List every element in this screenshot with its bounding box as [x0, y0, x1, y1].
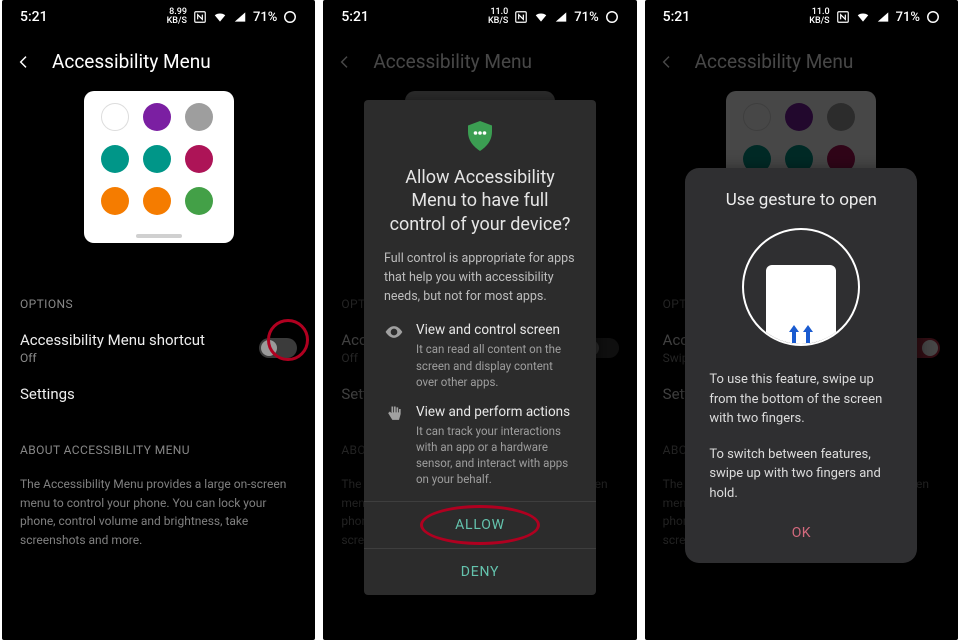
arrow-up-icon	[789, 325, 799, 343]
battery-percent: 71%	[253, 10, 277, 25]
nfc-icon	[514, 10, 528, 24]
dialog-intro: Full control is appropriate for apps tha…	[364, 250, 596, 322]
back-icon[interactable]	[337, 54, 353, 70]
dialog-title: Allow Accessibility Menu to have full co…	[364, 166, 596, 250]
page-title: Accessibility Menu	[695, 50, 854, 73]
gesture-illustration	[742, 228, 860, 346]
assistant-icon	[101, 103, 129, 131]
volume-down-icon	[101, 145, 129, 173]
preview-card	[84, 91, 234, 243]
power-icon	[185, 103, 213, 131]
deny-button[interactable]: DENY	[364, 548, 596, 595]
clock: 5:21	[20, 9, 48, 25]
shortcut-label: Accessibility Menu shortcut	[20, 331, 205, 349]
about-text: The Accessibility Menu provides a large …	[2, 467, 315, 549]
battery-ring-icon	[283, 10, 297, 24]
wifi-icon	[856, 10, 870, 24]
power-icon	[827, 103, 855, 131]
permission-view-screen: View and control screenIt can read all c…	[364, 322, 596, 403]
wifi-icon	[213, 10, 227, 24]
ok-button[interactable]: OK	[709, 519, 893, 541]
brightness-down-icon	[101, 187, 129, 215]
page-title: Accessibility Menu	[373, 50, 532, 73]
screen-3: 5:21 11.0KB/S 71% Accessibility Menu OPT…	[645, 0, 958, 640]
shortcut-row[interactable]: Accessibility Menu shortcut Off	[2, 321, 315, 375]
volume-up-icon	[143, 145, 171, 173]
shield-icon	[462, 118, 498, 154]
settings-row[interactable]: Settings	[2, 375, 315, 413]
card-p2: To switch between features, swipe up wit…	[709, 445, 893, 504]
permission-dialog: Allow Accessibility Menu to have full co…	[364, 100, 596, 595]
brightness-up-icon	[143, 187, 171, 215]
options-heading: OPTIONS	[2, 243, 315, 321]
battery-ring-icon	[605, 10, 619, 24]
accessibility-icon	[785, 103, 813, 131]
shortcut-sub: Off	[20, 351, 205, 365]
gesture-card: Use gesture to open To use this feature,…	[685, 168, 917, 563]
eye-icon	[384, 322, 404, 342]
back-icon[interactable]	[659, 54, 675, 70]
assistant-icon	[743, 103, 771, 131]
status-bar: 5:21 11.0KB/S 71%	[645, 0, 958, 34]
permission-perform-actions: View and perform actionsIt can track you…	[364, 404, 596, 501]
gesture-handle-icon	[136, 234, 182, 238]
signal-icon	[233, 10, 247, 24]
recent-icon	[185, 145, 213, 173]
page-title: Accessibility Menu	[52, 50, 211, 73]
screen-1: 5:21 8.99KB/S 71% Accessibility Menu OPT…	[2, 0, 315, 640]
nfc-icon	[193, 10, 207, 24]
signal-icon	[876, 10, 890, 24]
highlight-ring	[420, 505, 540, 545]
clock: 5:21	[341, 9, 369, 25]
signal-icon	[554, 10, 568, 24]
allow-button[interactable]: ALLOW	[364, 501, 596, 548]
about-heading: ABOUT ACCESSIBILITY MENU	[2, 413, 315, 467]
wifi-icon	[534, 10, 548, 24]
accessibility-icon	[143, 103, 171, 131]
status-bar: 5:21 11.0KB/S 71%	[323, 0, 636, 34]
status-bar: 5:21 8.99KB/S 71%	[2, 0, 315, 34]
highlight-ring	[267, 319, 309, 361]
back-icon[interactable]	[16, 54, 32, 70]
battery-ring-icon	[926, 10, 940, 24]
clock: 5:21	[663, 9, 691, 25]
settings-label: Settings	[20, 385, 75, 403]
lock-icon	[185, 187, 213, 215]
screen-2: 5:21 11.0KB/S 71% Accessibility Menu OPT…	[323, 0, 636, 640]
battery-percent: 71%	[896, 10, 920, 25]
arrow-up-icon	[803, 325, 813, 343]
card-title: Use gesture to open	[709, 190, 893, 210]
nfc-icon	[836, 10, 850, 24]
hand-icon	[384, 404, 404, 424]
card-p1: To use this feature, swipe up from the b…	[709, 370, 893, 429]
battery-percent: 71%	[574, 10, 598, 25]
